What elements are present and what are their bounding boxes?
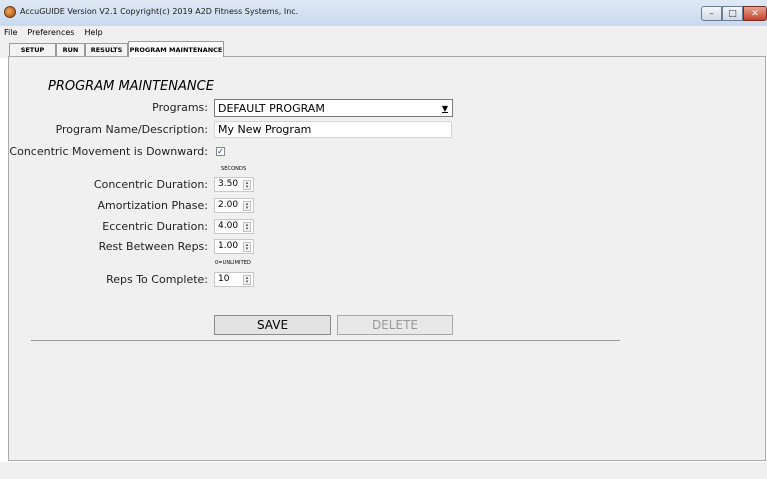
unlimited-caption: 0=UNLIMITED: [215, 260, 251, 266]
spinner-arrows-icon[interactable]: ▴ ▾: [243, 242, 251, 252]
window-title: AccuGUIDE Version V2.1 Copyright(c) 2019…: [20, 7, 299, 16]
amortization-value: 2.00: [218, 200, 239, 210]
reps-to-complete-spinner[interactable]: 10 ▴ ▾: [214, 272, 254, 287]
spinner-arrows-icon[interactable]: ▴ ▾: [243, 222, 251, 232]
app-logo-icon: [4, 6, 16, 18]
save-button[interactable]: SAVE: [214, 315, 331, 335]
window-controls: – □ ✕: [701, 6, 767, 21]
minimize-button[interactable]: –: [701, 6, 722, 21]
status-bar: [0, 462, 767, 479]
tab-setup[interactable]: SETUP: [9, 43, 56, 56]
concentric-downward-label: Concentric Movement is Downward:: [9, 145, 208, 158]
menu-help[interactable]: Help: [84, 28, 102, 37]
rest-between-reps-label: Rest Between Reps:: [98, 240, 208, 253]
spinner-arrows-icon[interactable]: ▴ ▾: [243, 180, 251, 190]
divider: [31, 340, 620, 341]
reps-to-complete-label: Reps To Complete:: [106, 273, 208, 286]
tab-run[interactable]: RUN: [56, 43, 85, 56]
rest-between-reps-spinner[interactable]: 1.00 ▴ ▾: [214, 239, 254, 254]
reps-to-complete-value: 10: [218, 274, 230, 284]
rest-between-reps-value: 1.00: [218, 241, 239, 251]
concentric-duration-spinner[interactable]: 3.50 ▴ ▾: [214, 177, 254, 192]
program-name-input[interactable]: My New Program: [214, 121, 452, 138]
amortization-label: Amortization Phase:: [97, 199, 209, 212]
eccentric-duration-label: Eccentric Duration:: [102, 220, 208, 233]
programs-label: Programs:: [152, 101, 208, 114]
seconds-caption: SECONDS: [221, 166, 247, 172]
maximize-button[interactable]: □: [722, 6, 743, 21]
dropdown-underline: [442, 112, 448, 113]
menu-file[interactable]: File: [4, 28, 17, 37]
programs-select-value: DEFAULT PROGRAM: [218, 102, 325, 115]
spinner-arrows-icon[interactable]: ▴ ▾: [243, 275, 251, 285]
delete-button[interactable]: DELETE: [337, 315, 453, 335]
eccentric-duration-value: 4.00: [218, 221, 239, 231]
tab-program-maintenance[interactable]: PROGRAM MAINTENANCE: [128, 41, 224, 57]
program-name-value: My New Program: [218, 123, 312, 136]
programs-select[interactable]: DEFAULT PROGRAM ▼: [214, 99, 453, 117]
concentric-downward-checkbox[interactable]: ✓: [216, 147, 225, 156]
amortization-spinner[interactable]: 2.00 ▴ ▾: [214, 198, 254, 213]
section-title: PROGRAM MAINTENANCE: [48, 79, 214, 94]
tab-strip: SETUP RUN RESULTS PROGRAM MAINTENANCE: [0, 38, 767, 58]
program-name-label: Program Name/Description:: [55, 123, 208, 136]
eccentric-duration-spinner[interactable]: 4.00 ▴ ▾: [214, 219, 254, 234]
concentric-duration-label: Concentric Duration:: [93, 178, 208, 191]
menu-preferences[interactable]: Preferences: [27, 28, 74, 37]
concentric-duration-value: 3.50: [218, 179, 239, 189]
close-button[interactable]: ✕: [743, 6, 767, 21]
window-titlebar: AccuGUIDE Version V2.1 Copyright(c) 2019…: [0, 0, 767, 26]
tab-results[interactable]: RESULTS: [85, 43, 128, 56]
spinner-arrows-icon[interactable]: ▴ ▾: [243, 201, 251, 211]
menu-bar: File Preferences Help: [0, 26, 767, 38]
